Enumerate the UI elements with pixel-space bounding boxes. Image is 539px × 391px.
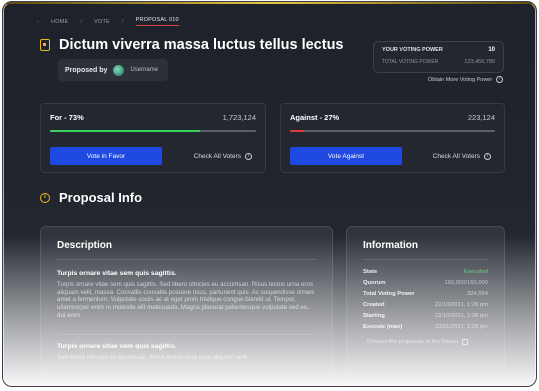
info-key: State: [363, 269, 378, 275]
information-title: Information: [363, 240, 488, 260]
vote-against-button[interactable]: Vote Against: [290, 147, 402, 165]
info-key: Quorum: [363, 280, 386, 287]
check-all-voters-label: Check All Voters: [432, 153, 480, 160]
vote-against-label: Against - 27%: [290, 113, 340, 122]
document-icon: [40, 39, 50, 51]
info-icon: i: [40, 193, 50, 203]
breadcrumb-home[interactable]: HOME: [51, 19, 68, 25]
info-key: Starting: [363, 313, 385, 320]
info-value: 160,000/160,000: [444, 280, 488, 287]
total-voting-power-label: TOTAL VOTING POWER: [382, 59, 439, 65]
forum-link-label: Discuss the proposals at the Forum: [367, 339, 459, 346]
information-card: Information State Executed Quorum 160,000/…: [346, 226, 505, 386]
info-key: Total Voting Power: [363, 291, 415, 298]
description-heading: Turpis ornare vitae sem quis sagittis.: [57, 270, 177, 277]
vote-in-favor-button[interactable]: Vote in Favor: [50, 147, 162, 165]
status-badge: Executed: [463, 269, 488, 275]
info-row: Total Voting Power 324,554: [363, 291, 488, 297]
proposed-by-label: Proposed by: [65, 66, 108, 74]
info-row: State Executed: [363, 269, 488, 275]
description-block: Turpis ornare vitae sem quis sagittis. S…: [57, 333, 316, 362]
vote-against-card: Against - 27% 223,124 Vote Against Check…: [280, 103, 505, 173]
page-title: Dictum viverra massa luctus tellus lectu…: [59, 37, 344, 53]
voting-power-label-wrap: YOUR VOTING POWER i: [382, 47, 443, 53]
voting-power-box: YOUR VOTING POWER i 10 TOTAL VOTING POWE…: [373, 41, 504, 73]
vote-for-count: 1,723,124: [222, 113, 256, 122]
total-voting-power-value: 123,456,789: [464, 59, 495, 65]
check-all-voters-label: Check All Voters: [193, 153, 241, 160]
app-frame: ‹ HOME / VOTE / PROPOSAL 010 Dictum vive…: [2, 1, 537, 387]
breadcrumb-current: PROPOSAL 010: [135, 17, 179, 26]
check-all-voters-for-link[interactable]: Check All Voters ›: [194, 153, 252, 160]
breadcrumb-vote[interactable]: VOTE: [94, 19, 110, 25]
section-title: Proposal Info: [59, 190, 143, 205]
vote-against-progress: [290, 130, 495, 132]
check-all-voters-against-link[interactable]: Check All Voters ›: [433, 153, 491, 160]
arrow-circle-icon: ›: [484, 153, 491, 160]
vote-against-count: 223,124: [467, 113, 495, 122]
external-link-icon: [462, 339, 469, 346]
info-key: Execute (max): [363, 324, 403, 331]
avatar: [113, 64, 125, 76]
vote-against-progress-fill: [290, 130, 305, 132]
breadcrumb-sep: /: [80, 18, 83, 25]
info-value: 22/10/2021, 1:28 pm: [434, 302, 488, 309]
arrow-circle-icon: ›: [245, 153, 252, 160]
description-block: Turpis ornare vitae sem quis sagittis. T…: [57, 270, 316, 320]
info-row: Execute (max) 22/11/2021, 1:28 pm: [363, 324, 488, 330]
vote-for-progress: [50, 130, 256, 132]
breadcrumb-sep: /: [121, 18, 124, 25]
description-title: Description: [57, 240, 316, 260]
proposer-badge: Proposed by Username: [58, 59, 168, 81]
breadcrumb: ‹ HOME / VOTE / PROPOSAL 010: [37, 17, 179, 26]
forum-link[interactable]: Discuss the proposals at the Forum: [363, 339, 488, 346]
description-text: Turpis ornare vitae sem quis sagittis. S…: [57, 281, 315, 319]
description-heading: Turpis ornare vitae sem quis sagittis.: [57, 342, 177, 350]
breadcrumb-sep: ‹: [37, 18, 40, 25]
description-card: Description Turpis ornare vitae sem quis…: [40, 226, 333, 386]
info-row: Quorum 160,000/160,000: [363, 280, 488, 286]
info-key: Created: [363, 302, 385, 309]
vote-for-label: For - 73%: [50, 113, 84, 122]
obtain-voting-power-link[interactable]: Obtain More Voting Power ›: [428, 76, 504, 83]
vote-for-progress-fill: [50, 130, 201, 132]
info-row: Starting 22/10/2021, 1:28 pm: [363, 313, 488, 319]
voting-power-value: 10: [488, 47, 495, 53]
info-value: 22/10/2021, 1:28 pm: [434, 313, 488, 320]
info-value: 324,554: [467, 291, 488, 298]
vote-for-card: For - 73% 1,723,124 Vote in Favor Check …: [40, 103, 266, 173]
arrow-circle-icon: ›: [496, 76, 504, 83]
info-value: 22/11/2021, 1:28 pm: [435, 324, 488, 331]
obtain-voting-power-label: Obtain More Voting Power: [428, 76, 493, 83]
description-text: Sed libero ultricies eu accumsan. Risus …: [57, 353, 249, 361]
proposer-username[interactable]: Username: [130, 67, 158, 73]
info-row: Created 22/10/2021, 1:28 pm: [363, 302, 488, 308]
voting-power-label: YOUR VOTING POWER: [382, 47, 443, 53]
